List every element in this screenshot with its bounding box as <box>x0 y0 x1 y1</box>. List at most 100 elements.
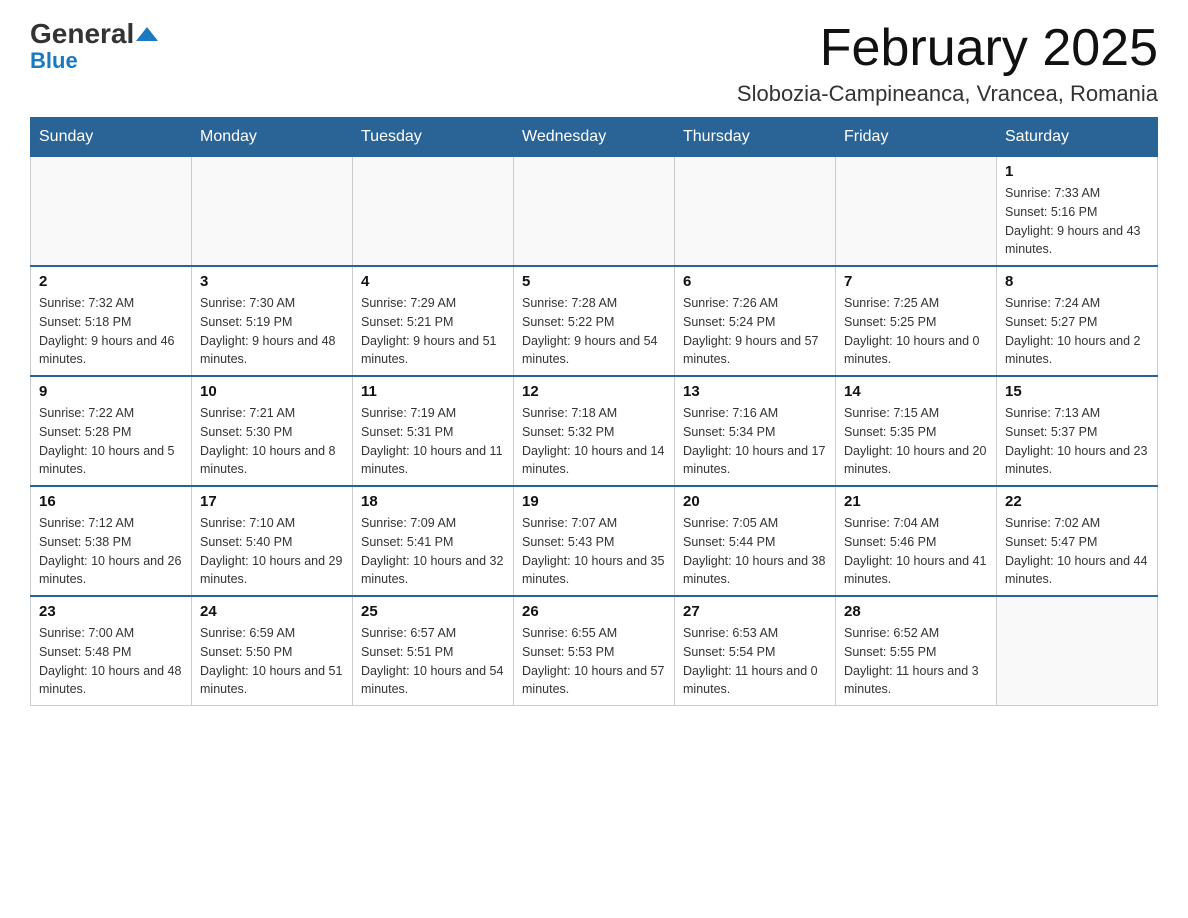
day-number: 19 <box>522 493 666 510</box>
table-row: 13 Sunrise: 7:16 AMSunset: 5:34 PMDayligh… <box>675 376 836 486</box>
day-number: 10 <box>200 383 344 400</box>
day-number: 18 <box>361 493 505 510</box>
table-row: 27 Sunrise: 6:53 AMSunset: 5:54 PMDayligh… <box>675 596 836 706</box>
calendar-week-row: 2Sunrise: 7:32 AMSunset: 5:18 PMDaylight… <box>31 266 1158 376</box>
day-number: 23 <box>39 603 183 620</box>
day-number: 27 <box>683 603 827 620</box>
day-info: Sunrise: 7:24 AMSunset: 5:27 PMDaylight:… <box>1005 294 1149 369</box>
day-info: Sunrise: 7:04 AMSunset: 5:46 PMDaylight:… <box>844 514 988 589</box>
day-number: 21 <box>844 493 988 510</box>
table-row: 26 Sunrise: 6:55 AMSunset: 5:53 PMDayligh… <box>514 596 675 706</box>
table-row: 24 Sunrise: 6:59 AMSunset: 5:50 PMDayligh… <box>192 596 353 706</box>
table-row <box>31 157 192 267</box>
table-row: 15 Sunrise: 7:13 AMSunset: 5:37 PMDayligh… <box>997 376 1158 486</box>
table-row <box>353 157 514 267</box>
day-info: Sunrise: 7:18 AMSunset: 5:32 PMDaylight:… <box>522 404 666 479</box>
table-row <box>836 157 997 267</box>
day-info: Sunrise: 7:19 AMSunset: 5:31 PMDaylight:… <box>361 404 505 479</box>
day-info: Sunrise: 6:55 AMSunset: 5:53 PMDaylight:… <box>522 624 666 699</box>
day-info: Sunrise: 7:26 AMSunset: 5:24 PMDaylight:… <box>683 294 827 369</box>
table-row: 25 Sunrise: 6:57 AMSunset: 5:51 PMDayligh… <box>353 596 514 706</box>
logo-triangle-icon <box>136 23 158 45</box>
calendar-week-row: 23 Sunrise: 7:00 AMSunset: 5:48 PMDayligh… <box>31 596 1158 706</box>
day-number: 14 <box>844 383 988 400</box>
header-wednesday: Wednesday <box>514 118 675 157</box>
day-info: Sunrise: 7:07 AMSunset: 5:43 PMDaylight:… <box>522 514 666 589</box>
day-number: 26 <box>522 603 666 620</box>
day-info: Sunrise: 7:30 AMSunset: 5:19 PMDaylight:… <box>200 294 344 369</box>
header-friday: Friday <box>836 118 997 157</box>
header-tuesday: Tuesday <box>353 118 514 157</box>
table-row <box>997 596 1158 706</box>
calendar-header-row: Sunday Monday Tuesday Wednesday Thursday… <box>31 118 1158 157</box>
table-row: 3 Sunrise: 7:30 AMSunset: 5:19 PMDaylight… <box>192 266 353 376</box>
day-number: 15 <box>1005 383 1149 400</box>
table-row: 12 Sunrise: 7:18 AMSunset: 5:32 PMDayligh… <box>514 376 675 486</box>
day-number: 25 <box>361 603 505 620</box>
table-row: 6Sunrise: 7:26 AMSunset: 5:24 PMDaylight… <box>675 266 836 376</box>
day-info: Sunrise: 7:29 AMSunset: 5:21 PMDaylight:… <box>361 294 505 369</box>
table-row: 1 Sunrise: 7:33 AMSunset: 5:16 PMDaylight… <box>997 157 1158 267</box>
table-row: 16 Sunrise: 7:12 AMSunset: 5:38 PMDayligh… <box>31 486 192 596</box>
location-text: Slobozia-Campineanca, Vrancea, Romania <box>737 81 1158 107</box>
table-row: 2Sunrise: 7:32 AMSunset: 5:18 PMDaylight… <box>31 266 192 376</box>
calendar-week-row: 1 Sunrise: 7:33 AMSunset: 5:16 PMDaylight… <box>31 157 1158 267</box>
table-row: 21 Sunrise: 7:04 AMSunset: 5:46 PMDayligh… <box>836 486 997 596</box>
table-row: 4 Sunrise: 7:29 AMSunset: 5:21 PMDaylight… <box>353 266 514 376</box>
day-number: 11 <box>361 383 505 400</box>
day-number: 24 <box>200 603 344 620</box>
day-info: Sunrise: 7:32 AMSunset: 5:18 PMDaylight:… <box>39 294 183 369</box>
day-info: Sunrise: 6:53 AMSunset: 5:54 PMDaylight:… <box>683 624 827 699</box>
day-number: 22 <box>1005 493 1149 510</box>
table-row: 5Sunrise: 7:28 AMSunset: 5:22 PMDaylight… <box>514 266 675 376</box>
day-info: Sunrise: 7:02 AMSunset: 5:47 PMDaylight:… <box>1005 514 1149 589</box>
table-row: 17 Sunrise: 7:10 AMSunset: 5:40 PMDayligh… <box>192 486 353 596</box>
day-number: 17 <box>200 493 344 510</box>
table-row: 10Sunrise: 7:21 AMSunset: 5:30 PMDayligh… <box>192 376 353 486</box>
table-row: 23 Sunrise: 7:00 AMSunset: 5:48 PMDayligh… <box>31 596 192 706</box>
calendar-week-row: 16 Sunrise: 7:12 AMSunset: 5:38 PMDayligh… <box>31 486 1158 596</box>
title-section: February 2025 Slobozia-Campineanca, Vran… <box>737 20 1158 107</box>
header-thursday: Thursday <box>675 118 836 157</box>
table-row: 22 Sunrise: 7:02 AMSunset: 5:47 PMDayligh… <box>997 486 1158 596</box>
day-number: 13 <box>683 383 827 400</box>
page-header: General Blue February 2025 Slobozia-Camp… <box>30 20 1158 107</box>
day-info: Sunrise: 6:59 AMSunset: 5:50 PMDaylight:… <box>200 624 344 699</box>
day-info: Sunrise: 7:05 AMSunset: 5:44 PMDaylight:… <box>683 514 827 589</box>
day-info: Sunrise: 7:12 AMSunset: 5:38 PMDaylight:… <box>39 514 183 589</box>
day-info: Sunrise: 7:16 AMSunset: 5:34 PMDaylight:… <box>683 404 827 479</box>
day-info: Sunrise: 7:13 AMSunset: 5:37 PMDaylight:… <box>1005 404 1149 479</box>
day-number: 1 <box>1005 163 1149 180</box>
logo-general-text: General <box>30 20 134 48</box>
table-row <box>514 157 675 267</box>
day-number: 3 <box>200 273 344 290</box>
logo: General Blue <box>30 20 158 74</box>
day-info: Sunrise: 6:57 AMSunset: 5:51 PMDaylight:… <box>361 624 505 699</box>
day-number: 9 <box>39 383 183 400</box>
day-number: 28 <box>844 603 988 620</box>
table-row: 7 Sunrise: 7:25 AMSunset: 5:25 PMDaylight… <box>836 266 997 376</box>
day-number: 12 <box>522 383 666 400</box>
table-row: 11 Sunrise: 7:19 AMSunset: 5:31 PMDayligh… <box>353 376 514 486</box>
day-info: Sunrise: 7:09 AMSunset: 5:41 PMDaylight:… <box>361 514 505 589</box>
day-info: Sunrise: 7:15 AMSunset: 5:35 PMDaylight:… <box>844 404 988 479</box>
table-row: 8Sunrise: 7:24 AMSunset: 5:27 PMDaylight… <box>997 266 1158 376</box>
day-info: Sunrise: 7:28 AMSunset: 5:22 PMDaylight:… <box>522 294 666 369</box>
day-number: 4 <box>361 273 505 290</box>
header-saturday: Saturday <box>997 118 1158 157</box>
table-row: 19 Sunrise: 7:07 AMSunset: 5:43 PMDayligh… <box>514 486 675 596</box>
day-info: Sunrise: 7:25 AMSunset: 5:25 PMDaylight:… <box>844 294 988 369</box>
header-monday: Monday <box>192 118 353 157</box>
day-info: Sunrise: 7:33 AMSunset: 5:16 PMDaylight:… <box>1005 184 1149 259</box>
day-number: 7 <box>844 273 988 290</box>
day-number: 16 <box>39 493 183 510</box>
day-info: Sunrise: 7:22 AMSunset: 5:28 PMDaylight:… <box>39 404 183 479</box>
day-info: Sunrise: 7:10 AMSunset: 5:40 PMDaylight:… <box>200 514 344 589</box>
calendar-week-row: 9 Sunrise: 7:22 AMSunset: 5:28 PMDaylight… <box>31 376 1158 486</box>
day-info: Sunrise: 6:52 AMSunset: 5:55 PMDaylight:… <box>844 624 988 699</box>
table-row: 28 Sunrise: 6:52 AMSunset: 5:55 PMDayligh… <box>836 596 997 706</box>
day-info: Sunrise: 7:00 AMSunset: 5:48 PMDaylight:… <box>39 624 183 699</box>
day-number: 20 <box>683 493 827 510</box>
table-row: 18 Sunrise: 7:09 AMSunset: 5:41 PMDayligh… <box>353 486 514 596</box>
header-sunday: Sunday <box>31 118 192 157</box>
